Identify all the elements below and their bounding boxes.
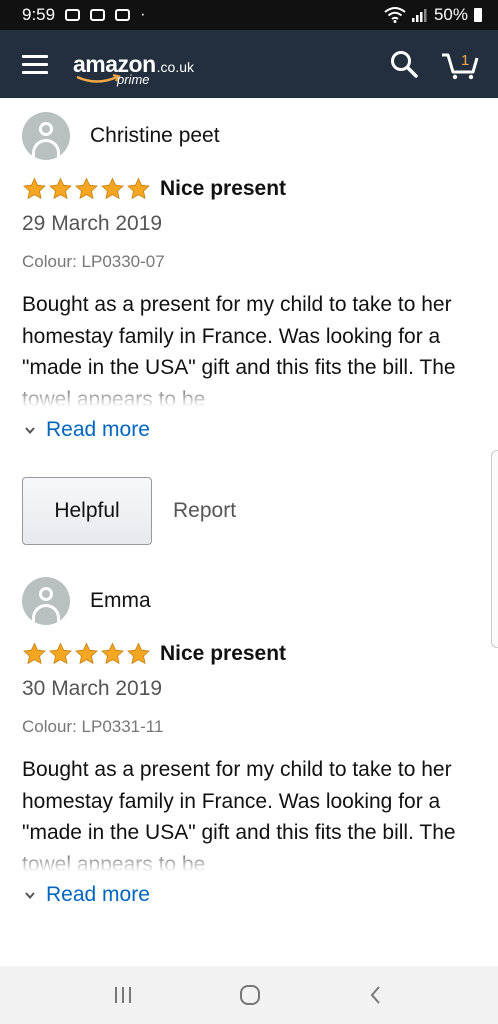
menu-icon[interactable] xyxy=(22,54,48,74)
star-icon xyxy=(75,177,98,200)
review-title[interactable]: Nice present xyxy=(160,177,286,201)
star-icon xyxy=(127,642,150,665)
chevron-down-icon xyxy=(25,891,35,899)
review-date: 29 March 2019 xyxy=(22,212,163,235)
notification-dot-icon: · xyxy=(140,6,146,23)
battery-icon xyxy=(474,8,482,22)
star-icon xyxy=(75,642,98,665)
signal-icon xyxy=(411,9,427,22)
reviewer: Christine peet xyxy=(22,98,476,174)
youtube-icon xyxy=(90,9,106,21)
app-bar: amazon.co.uk prime 1 xyxy=(0,30,498,98)
star-rating xyxy=(22,177,151,201)
review-title[interactable]: Nice present xyxy=(160,642,286,666)
review-colour: Colour: LP0331-11 xyxy=(22,717,164,736)
cart-icon[interactable]: 1 xyxy=(440,48,480,80)
review-body: Bought as a present for my child to take… xyxy=(22,754,476,872)
read-more-link[interactable]: Read more xyxy=(22,415,476,445)
reviews-list: Christine peet Nice present 29 March 201… xyxy=(0,98,498,910)
search-icon[interactable] xyxy=(390,50,418,78)
reviewer: Emma xyxy=(22,563,476,639)
read-more-label: Read more xyxy=(46,418,150,441)
home-icon[interactable] xyxy=(238,983,262,1007)
star-icon xyxy=(49,177,72,200)
review-card: Christine peet Nice present 29 March 201… xyxy=(22,98,476,545)
star-icon xyxy=(127,177,150,200)
gallery-icon xyxy=(65,9,81,21)
reviewer-name: Christine peet xyxy=(90,124,220,147)
review-date: 30 March 2019 xyxy=(22,677,163,700)
star-icon xyxy=(101,177,124,200)
chevron-down-icon xyxy=(25,426,35,434)
system-nav-bar xyxy=(0,966,498,1024)
review-card: Emma Nice present 30 March 2019 Colour: … xyxy=(22,563,476,910)
scrollbar[interactable] xyxy=(491,450,498,648)
recent-apps-icon[interactable] xyxy=(112,985,134,1005)
star-icon xyxy=(101,642,124,665)
helpful-button[interactable]: Helpful xyxy=(22,477,152,545)
back-icon[interactable] xyxy=(366,984,386,1006)
star-icon xyxy=(23,177,46,200)
amazon-smile-icon xyxy=(76,73,121,83)
amazon-prime-logo[interactable]: amazon.co.uk prime xyxy=(73,52,194,86)
review-body: Bought as a present for my child to take… xyxy=(22,289,476,407)
cart-count: 1 xyxy=(461,52,469,69)
read-more-link[interactable]: Read more xyxy=(22,880,476,910)
read-more-label: Read more xyxy=(46,883,150,906)
reviewer-name: Emma xyxy=(90,589,151,612)
battery-percent: 50% xyxy=(433,5,468,24)
report-link[interactable]: Report xyxy=(173,499,236,523)
wifi-icon xyxy=(384,7,406,23)
avatar xyxy=(22,112,70,160)
avatar xyxy=(22,577,70,625)
status-bar: 9:59 · 50% xyxy=(0,0,498,30)
star-icon xyxy=(49,642,72,665)
review-colour: Colour: LP0330-07 xyxy=(22,252,165,271)
star-icon xyxy=(23,642,46,665)
youtube-icon xyxy=(115,9,131,21)
status-time: 9:59 xyxy=(22,5,56,24)
star-rating xyxy=(22,642,151,666)
